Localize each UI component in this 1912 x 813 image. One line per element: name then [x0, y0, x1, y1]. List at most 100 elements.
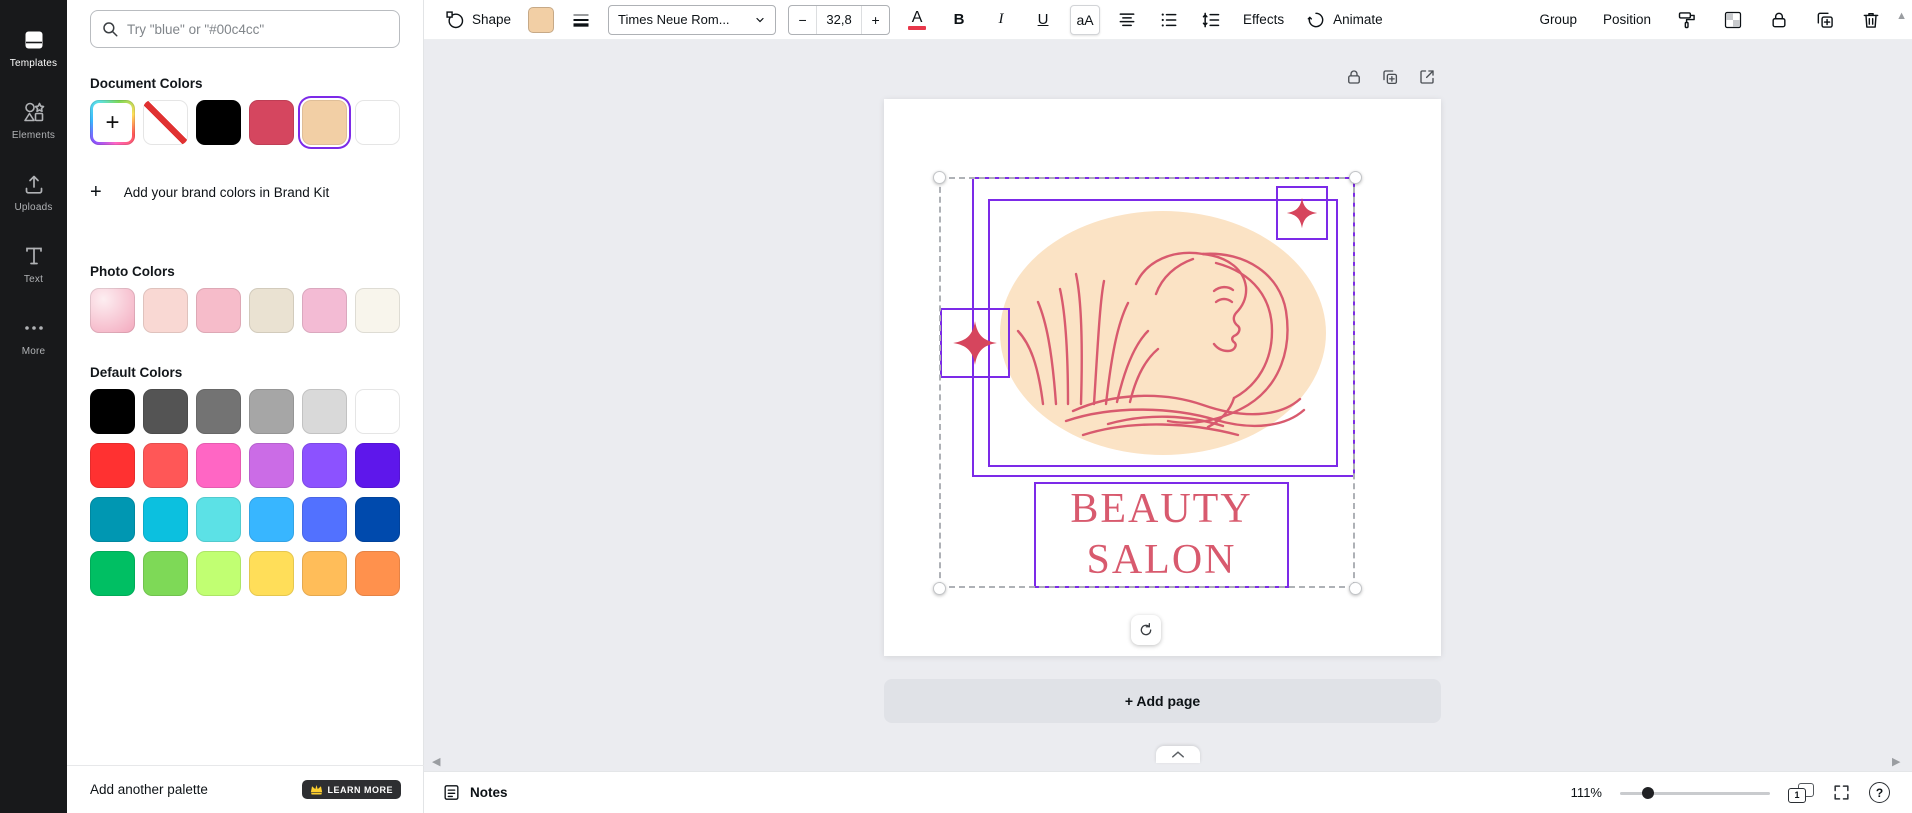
- border-style-button[interactable]: [566, 5, 596, 35]
- color-swatch[interactable]: [90, 551, 135, 596]
- color-swatch[interactable]: [143, 497, 188, 542]
- underline-button[interactable]: U: [1028, 5, 1058, 35]
- page-lock-button[interactable]: [1339, 62, 1369, 92]
- delete-button[interactable]: [1856, 5, 1886, 35]
- expand-panel-chevron[interactable]: [1156, 746, 1200, 763]
- zoom-slider-knob[interactable]: [1642, 787, 1654, 799]
- page-duplicate-button[interactable]: [1375, 62, 1405, 92]
- color-swatch[interactable]: [302, 100, 347, 145]
- search-input[interactable]: [127, 22, 389, 37]
- color-swatch[interactable]: [90, 497, 135, 542]
- color-swatch[interactable]: [143, 288, 188, 333]
- duplicate-icon: [1815, 10, 1835, 30]
- color-swatch[interactable]: [196, 288, 241, 333]
- color-swatch[interactable]: [302, 288, 347, 333]
- color-swatch[interactable]: [355, 100, 400, 145]
- color-swatch[interactable]: [355, 389, 400, 434]
- shape-button[interactable]: Shape: [440, 6, 516, 34]
- text-align-button[interactable]: [1112, 5, 1142, 35]
- add-page-button[interactable]: + Add page: [884, 679, 1441, 723]
- sparkle-shape-large[interactable]: [952, 320, 998, 366]
- bold-button[interactable]: B: [944, 5, 974, 35]
- letter-case-button[interactable]: aA: [1070, 5, 1100, 35]
- group-button[interactable]: Group: [1534, 8, 1582, 31]
- scroll-right-arrow[interactable]: ▶: [1892, 755, 1900, 768]
- list-button[interactable]: [1154, 5, 1184, 35]
- page-indicator[interactable]: 1: [1788, 783, 1814, 803]
- transparency-icon: [1723, 10, 1743, 30]
- scroll-left-arrow[interactable]: ◀: [432, 755, 440, 768]
- resize-handle-bottom-left[interactable]: [933, 582, 946, 595]
- design-canvas[interactable]: BEAUTY SALON + Add page ◀ ▶: [424, 40, 1912, 771]
- gradient-swatch[interactable]: [90, 288, 135, 333]
- color-swatch[interactable]: [355, 443, 400, 488]
- beauty-salon-logo-artwork[interactable]: [988, 199, 1338, 467]
- help-button[interactable]: ?: [1869, 782, 1890, 803]
- text-color-button[interactable]: A: [902, 9, 932, 30]
- color-swatch[interactable]: [196, 389, 241, 434]
- color-swatch[interactable]: [143, 389, 188, 434]
- color-swatch[interactable]: [90, 443, 135, 488]
- sidebar-item-text[interactable]: Text: [0, 228, 67, 300]
- decrease-font-size-button[interactable]: −: [789, 6, 816, 34]
- plus-icon: +: [90, 181, 102, 204]
- text-spacing-button[interactable]: [1196, 5, 1226, 35]
- color-swatch[interactable]: [196, 551, 241, 596]
- effects-button[interactable]: Effects: [1238, 8, 1289, 31]
- resize-handle-bottom-right[interactable]: [1349, 582, 1362, 595]
- increase-font-size-button[interactable]: +: [862, 6, 889, 34]
- color-swatch[interactable]: [249, 100, 294, 145]
- position-button[interactable]: Position: [1598, 8, 1656, 31]
- logo-text[interactable]: BEAUTY SALON: [1034, 484, 1289, 586]
- search-box[interactable]: [90, 10, 400, 48]
- color-swatch[interactable]: [302, 497, 347, 542]
- rotate-handle[interactable]: [1131, 615, 1161, 645]
- add-color-swatch[interactable]: +: [90, 100, 135, 145]
- fullscreen-button[interactable]: [1832, 783, 1851, 802]
- color-swatch[interactable]: [196, 100, 241, 145]
- sidebar-item-more[interactable]: More: [0, 300, 67, 372]
- color-swatch[interactable]: [249, 288, 294, 333]
- text-color-bar: [908, 26, 926, 30]
- chevron-up-icon: [1171, 750, 1185, 759]
- brand-kit-link[interactable]: + Add your brand colors in Brand Kit: [90, 181, 400, 204]
- color-swatch[interactable]: [302, 551, 347, 596]
- lock-button[interactable]: [1764, 5, 1794, 35]
- resize-handle-top-right[interactable]: [1349, 171, 1362, 184]
- color-swatch[interactable]: [355, 497, 400, 542]
- fill-color-swatch[interactable]: [528, 7, 554, 33]
- color-swatch[interactable]: [143, 551, 188, 596]
- color-swatch[interactable]: [355, 551, 400, 596]
- sparkle-shape-small[interactable]: [1286, 197, 1318, 229]
- color-swatch[interactable]: [249, 389, 294, 434]
- color-swatch[interactable]: [249, 443, 294, 488]
- color-swatch[interactable]: [249, 497, 294, 542]
- add-palette-link[interactable]: Add another palette: [90, 782, 208, 797]
- color-swatch[interactable]: [355, 288, 400, 333]
- font-selector[interactable]: Times Neue Rom...: [608, 5, 776, 35]
- current-page-number: 1: [1788, 788, 1806, 803]
- no-color-swatch[interactable]: [143, 100, 188, 145]
- color-swatch[interactable]: [143, 443, 188, 488]
- transparency-button[interactable]: [1718, 5, 1748, 35]
- color-swatch[interactable]: [302, 443, 347, 488]
- sidebar-item-templates[interactable]: Templates: [0, 12, 67, 84]
- sidebar-item-elements[interactable]: Elements: [0, 84, 67, 156]
- font-size-value[interactable]: 32,8: [816, 6, 862, 34]
- notes-button[interactable]: Notes: [442, 783, 508, 802]
- sidebar-item-uploads[interactable]: Uploads: [0, 156, 67, 228]
- scroll-up-arrow[interactable]: ▲: [1896, 10, 1907, 22]
- animate-button[interactable]: Animate: [1301, 6, 1388, 34]
- italic-button[interactable]: I: [986, 5, 1016, 35]
- resize-handle-top-left[interactable]: [933, 171, 946, 184]
- color-swatch[interactable]: [196, 497, 241, 542]
- zoom-slider[interactable]: [1620, 786, 1770, 800]
- copy-style-button[interactable]: [1672, 5, 1702, 35]
- page-move-button[interactable]: [1412, 62, 1442, 92]
- learn-more-badge[interactable]: LEARN MORE: [302, 780, 402, 799]
- color-swatch[interactable]: [249, 551, 294, 596]
- color-swatch[interactable]: [302, 389, 347, 434]
- color-swatch[interactable]: [90, 389, 135, 434]
- duplicate-button[interactable]: [1810, 5, 1840, 35]
- color-swatch[interactable]: [196, 443, 241, 488]
